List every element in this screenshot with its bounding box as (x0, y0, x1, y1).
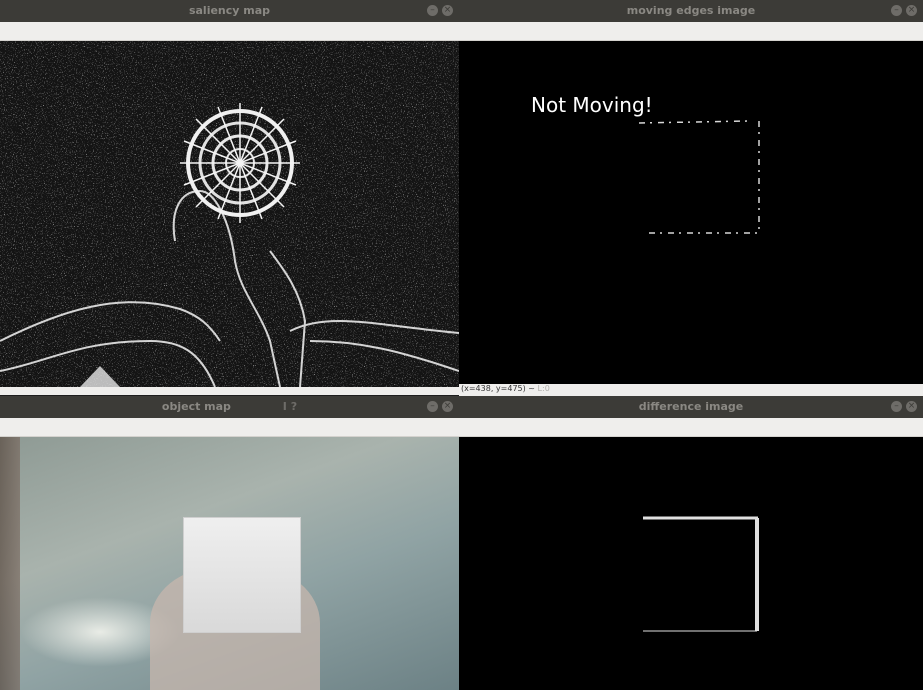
window-toolbar (0, 22, 459, 41)
moving-edges-window[interactable]: moving edges image – × Not Moving! (x=43… (459, 0, 923, 400)
minimize-icon[interactable]: – (891, 401, 902, 412)
window-bottom-bar (0, 387, 459, 395)
window-titlebar[interactable]: saliency map – × (0, 0, 459, 23)
window-title: difference image (638, 400, 744, 413)
saliency-image (0, 41, 459, 387)
close-icon[interactable]: × (442, 401, 453, 412)
window-title: moving edges image (626, 4, 756, 17)
window-toolbar (0, 418, 459, 437)
title-extra-glyphs: I ? (282, 400, 298, 413)
window-titlebar[interactable]: moving edges image – × (459, 0, 923, 23)
object-map-window[interactable]: object map I ? – × (0, 396, 459, 690)
minimize-icon[interactable]: – (427, 401, 438, 412)
minimize-icon[interactable]: – (891, 5, 902, 16)
status-bar: (x=438, y=475) ~ L:0 (459, 384, 923, 394)
window-title: saliency map (188, 4, 271, 17)
difference-image-window[interactable]: difference image – × (459, 396, 923, 690)
wall-shadow (0, 437, 20, 690)
detected-object-box (183, 517, 301, 633)
edge-box (638, 120, 760, 234)
pixel-value: L:0 (537, 384, 550, 393)
close-icon[interactable]: × (906, 401, 917, 412)
window-titlebar[interactable]: difference image – × (459, 396, 923, 419)
window-titlebar[interactable]: object map I ? – × (0, 396, 459, 419)
cursor-coords: (x=438, y=475) ~ (461, 384, 535, 393)
close-icon[interactable]: × (442, 5, 453, 16)
window-toolbar (459, 22, 923, 41)
window-toolbar (459, 418, 923, 437)
saliency-image-canvas (0, 41, 459, 387)
object-map-image (0, 437, 459, 690)
minimize-icon[interactable]: – (427, 5, 438, 16)
difference-box (643, 516, 759, 632)
window-title: object map I ? (161, 400, 298, 413)
close-icon[interactable]: × (906, 5, 917, 16)
moving-edges-image: Not Moving! (459, 41, 923, 384)
saliency-map-window[interactable]: saliency map – × (0, 0, 459, 395)
difference-image (459, 437, 923, 690)
